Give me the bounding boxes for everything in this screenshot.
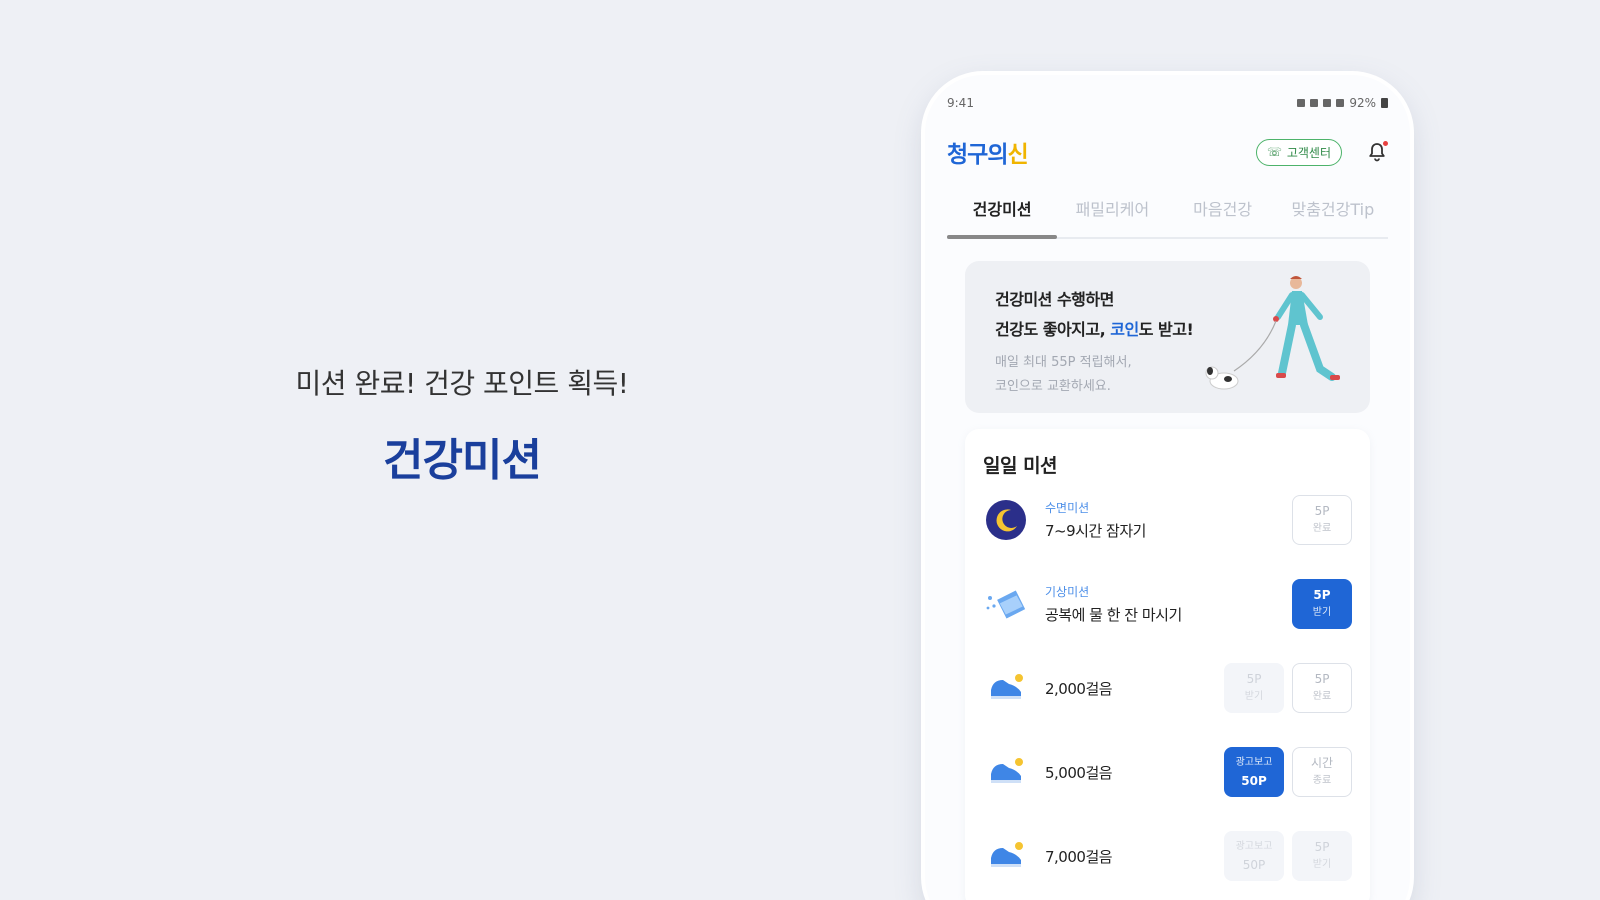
shoe-icon (983, 749, 1029, 795)
banner-title: 건강미션 수행하면 건강도 좋아지고, 코인도 받고! (995, 285, 1194, 345)
button-points: 5P (1246, 672, 1262, 686)
notification-badge (1383, 141, 1388, 146)
point-complete-button[interactable]: 5P 완료 (1292, 663, 1352, 713)
point-receive-button[interactable]: 5P 받기 (1292, 831, 1352, 881)
mission-text: 기상미션 공복에 물 한 잔 마시기 (1045, 583, 1292, 625)
app-logo[interactable]: 청구의신 (947, 135, 1029, 169)
mission-banner[interactable]: 건강미션 수행하면 건강도 좋아지고, 코인도 받고! 매일 최대 55P 적립… (965, 261, 1370, 413)
mission-actions: 광고보고 50P 시간 종료 (1224, 747, 1352, 797)
button-label: 완료 (1312, 691, 1332, 702)
phone-mockup: 9:41 92% 청구의신 ☏ 고객센터 건강미션 패밀리케어 마음건강 맞춤건… (925, 75, 1410, 900)
button-points: 5P (1314, 840, 1330, 854)
app-bar: 청구의신 ☏ 고객센터 (947, 135, 1388, 169)
button-label: 받기 (1312, 607, 1332, 618)
battery-percent: 92% (1349, 96, 1376, 110)
battery-icon (1381, 98, 1388, 108)
app-bar-actions: ☏ 고객센터 (1255, 138, 1388, 166)
phone-icon: ☏ (1266, 145, 1282, 159)
mission-row-steps-5000[interactable]: 5,000걸음 광고보고 50P 시간 종료 (983, 730, 1352, 814)
mission-text: 7,000걸음 (1045, 846, 1224, 867)
logo-accent-text: 신 (1007, 142, 1028, 168)
point-receive-button[interactable]: 5P 받기 (1292, 579, 1352, 629)
promo-subtitle: 미션 완료! 건강 포인트 획득! (295, 367, 629, 400)
tab-family-care[interactable]: 패밀리케어 (1057, 189, 1167, 237)
button-label: 광고보고 (1235, 757, 1273, 768)
mission-row-steps-7000[interactable]: 7,000걸음 광고보고 50P 5P 받기 (983, 814, 1352, 898)
daily-mission-title: 일일 미션 (983, 455, 1058, 477)
customer-center-label: 고객센터 (1286, 145, 1331, 160)
tab-mind-health[interactable]: 마음건강 (1168, 189, 1278, 237)
promo-text: 미션 완료! 건강 포인트 획득! 건강미션 (286, 362, 638, 488)
tab-bar: 건강미션 패밀리케어 마음건강 맞춤건강Tip (947, 189, 1388, 239)
signal-icon (1336, 99, 1345, 107)
water-icon (983, 581, 1029, 627)
banner-desc-line2: 코인으로 교환하세요. (995, 379, 1111, 394)
mission-name: 7~9시간 잠자기 (1045, 522, 1146, 540)
button-label: 받기 (1244, 691, 1264, 702)
shoe-icon (983, 665, 1029, 711)
banner-line2-suffix: 도 받고! (1138, 320, 1194, 339)
promo-title: 건강미션 (383, 435, 542, 486)
mission-name: 5,000걸음 (1045, 763, 1113, 782)
mission-row-water[interactable]: 기상미션 공복에 물 한 잔 마시기 5P 받기 (983, 562, 1352, 646)
mission-name: 공복에 물 한 잔 마시기 (1045, 606, 1182, 624)
mission-actions: 5P 받기 5P 완료 (1224, 663, 1352, 713)
mission-category: 수면미션 (1045, 501, 1090, 515)
mission-name: 7,000걸음 (1045, 847, 1113, 866)
status-bar: 9:41 92% (947, 93, 1388, 113)
button-points: 5P (1313, 588, 1331, 602)
watch-ad-button[interactable]: 광고보고 50P (1224, 747, 1284, 797)
banner-line2-prefix: 건강도 좋아지고, (995, 320, 1111, 339)
button-label-top: 시간 (1310, 756, 1334, 770)
moon-icon (983, 497, 1029, 543)
notification-bell-button[interactable] (1366, 141, 1388, 163)
app-screen: 9:41 92% 청구의신 ☏ 고객센터 건강미션 패밀리케어 마음건강 맞춤건… (947, 93, 1388, 900)
time-ended-button[interactable]: 시간 종료 (1292, 747, 1352, 797)
banner-coin-word: 코인 (1110, 320, 1139, 339)
button-label: 광고보고 (1235, 841, 1273, 852)
button-label: 받기 (1312, 859, 1332, 870)
wifi-icon (1323, 99, 1332, 107)
mission-row-steps-2000[interactable]: 2,000걸음 5P 받기 5P 완료 (983, 646, 1352, 730)
watch-ad-button[interactable]: 광고보고 50P (1224, 831, 1284, 881)
vibrate-icon (1310, 99, 1319, 107)
mission-row-sleep[interactable]: 수면미션 7~9시간 잠자기 5P 완료 (983, 478, 1352, 562)
mission-name: 2,000걸음 (1045, 679, 1113, 698)
banner-line2: 건강도 좋아지고, 코인도 받고! (995, 315, 1194, 345)
mission-text: 수면미션 7~9시간 잠자기 (1045, 499, 1292, 541)
button-points: 5P (1314, 504, 1330, 518)
tab-health-tip[interactable]: 맞춤건강Tip (1278, 189, 1388, 237)
mission-text: 2,000걸음 (1045, 678, 1224, 699)
notification-icon (1297, 99, 1306, 107)
daily-mission-card: 일일 미션 수면미션 7~9시간 잠자기 5P 완료 기상미션 공복에 물 한 … (965, 429, 1370, 900)
mission-actions: 광고보고 50P 5P 받기 (1224, 831, 1352, 881)
dog-walking-illustration (1205, 276, 1340, 390)
button-points: 50P (1241, 774, 1267, 788)
tab-health-mission[interactable]: 건강미션 (947, 189, 1058, 239)
logo-main-text: 청구의 (947, 142, 1008, 168)
shoe-icon (983, 833, 1029, 879)
banner-line1: 건강미션 수행하면 (995, 290, 1114, 309)
button-label: 완료 (1312, 523, 1332, 534)
button-label: 종료 (1312, 775, 1332, 786)
status-icons: 92% (1297, 96, 1388, 110)
banner-desc-line1: 매일 최대 55P 적립해서, (995, 355, 1132, 370)
customer-center-button[interactable]: ☏ 고객센터 (1255, 138, 1342, 166)
mission-actions: 5P 완료 (1292, 495, 1352, 545)
point-complete-button[interactable]: 5P 완료 (1292, 495, 1352, 545)
mission-text: 5,000걸음 (1045, 762, 1224, 783)
mission-actions: 5P 받기 (1292, 579, 1352, 629)
mission-category: 기상미션 (1045, 585, 1090, 599)
banner-description: 매일 최대 55P 적립해서, 코인으로 교환하세요. (995, 351, 1132, 399)
status-time: 9:41 (947, 96, 974, 110)
button-points: 5P (1314, 672, 1330, 686)
point-receive-button[interactable]: 5P 받기 (1224, 663, 1284, 713)
button-points: 50P (1242, 858, 1266, 872)
